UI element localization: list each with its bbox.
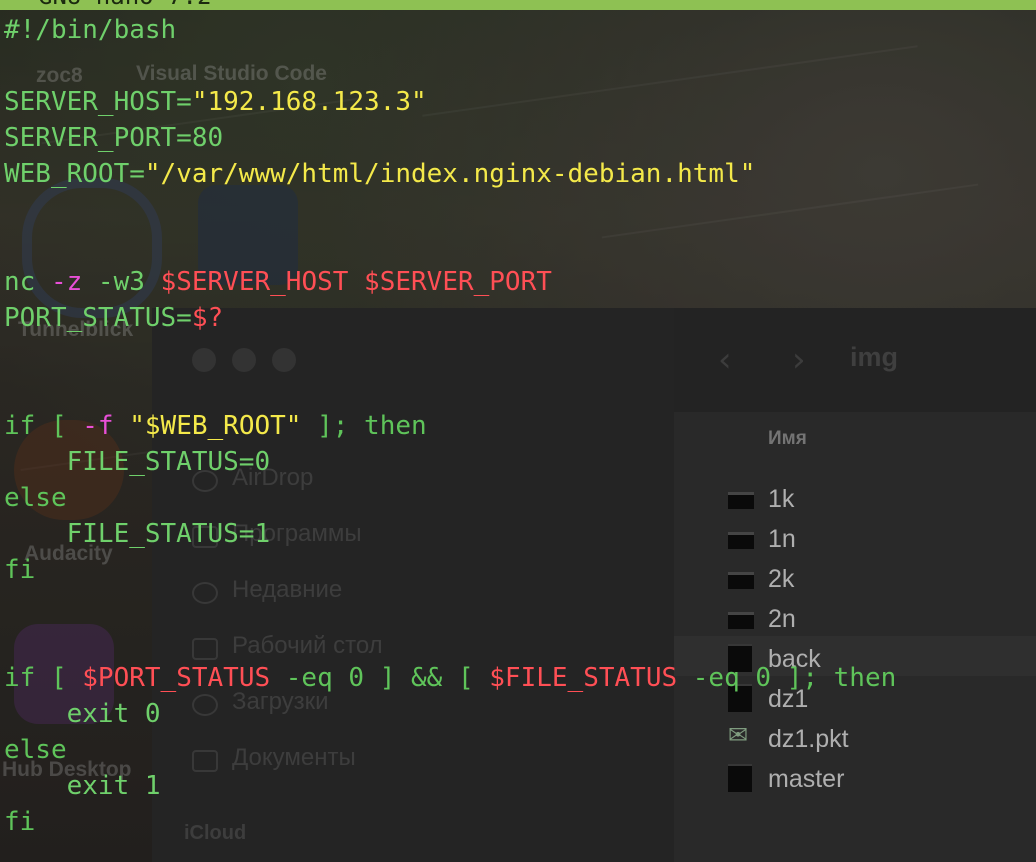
code-line[interactable]: if [ -f "$WEB_ROOT" ]; then bbox=[4, 408, 896, 444]
code-line[interactable]: else bbox=[4, 480, 896, 516]
code-line[interactable]: if [ $PORT_STATUS -eq 0 ] && [ $FILE_STA… bbox=[4, 660, 896, 696]
code-line[interactable]: FILE_STATUS=0 bbox=[4, 444, 896, 480]
code-line[interactable]: exit 0 bbox=[4, 696, 896, 732]
code-line[interactable] bbox=[4, 228, 896, 264]
code-line[interactable]: SERVER_PORT=80 bbox=[4, 120, 896, 156]
code-token: FILE_STATUS=1 bbox=[4, 519, 271, 549]
code-token: -eq 0 ]; then bbox=[677, 663, 897, 693]
code-line[interactable]: fi bbox=[4, 804, 896, 840]
code-line[interactable] bbox=[4, 192, 896, 228]
code-token: -f bbox=[82, 411, 114, 441]
code-line[interactable]: else bbox=[4, 732, 896, 768]
code-token: nc bbox=[4, 267, 51, 297]
code-token: SERVER_PORT=80 bbox=[4, 123, 224, 153]
code-line[interactable]: fi bbox=[4, 552, 896, 588]
code-token: if [ bbox=[4, 663, 83, 693]
nano-title: GNU nano 7.2 bbox=[38, 0, 211, 10]
code-token: FILE_STATUS=0 bbox=[4, 447, 271, 477]
code-line[interactable] bbox=[4, 48, 896, 84]
code-line[interactable] bbox=[4, 336, 896, 372]
code-token: "/var/www/html/index.nginx-debian.html" bbox=[144, 159, 756, 189]
nano-editor-buffer[interactable]: #!/bin/bash SERVER_HOST="192.168.123.3" S… bbox=[4, 12, 896, 840]
code-token: exit 1 bbox=[4, 771, 161, 801]
code-token: "$WEB_ROOT" bbox=[113, 411, 302, 441]
code-token: $PORT_STATUS bbox=[82, 663, 271, 693]
code-line[interactable] bbox=[4, 624, 896, 660]
code-line[interactable]: exit 1 bbox=[4, 768, 896, 804]
code-line[interactable]: WEB_ROOT="/var/www/html/index.nginx-debi… bbox=[4, 156, 896, 192]
code-token: -z bbox=[50, 267, 83, 297]
code-token: PORT_STATUS= bbox=[4, 303, 192, 333]
code-token: $SERVER_HOST $SERVER_PORT bbox=[160, 267, 552, 297]
code-token: if [ bbox=[4, 411, 83, 441]
code-token: else bbox=[4, 735, 67, 765]
code-token: fi bbox=[4, 555, 36, 585]
code-line[interactable]: #!/bin/bash bbox=[4, 12, 896, 48]
terminal-window[interactable]: GNU nano 7.2 #!/bin/bash SERVER_HOST="19… bbox=[0, 0, 1036, 862]
code-token: -w3 bbox=[82, 267, 161, 297]
code-token: WEB_ROOT= bbox=[4, 159, 145, 189]
code-token: $? bbox=[191, 303, 224, 333]
code-token: #!/bin/bash bbox=[4, 15, 177, 45]
code-token: -eq 0 ] && [ bbox=[270, 663, 490, 693]
code-line[interactable]: FILE_STATUS=1 bbox=[4, 516, 896, 552]
code-token: ]; then bbox=[301, 411, 427, 441]
code-line[interactable]: nc -z -w3 $SERVER_HOST $SERVER_PORT bbox=[4, 264, 896, 300]
code-line[interactable] bbox=[4, 372, 896, 408]
code-token: "192.168.123.3" bbox=[191, 87, 427, 117]
code-token: exit 0 bbox=[4, 699, 161, 729]
code-token: SERVER_HOST= bbox=[4, 87, 192, 117]
code-line[interactable] bbox=[4, 588, 896, 624]
code-line[interactable]: SERVER_HOST="192.168.123.3" bbox=[4, 84, 896, 120]
code-token: $FILE_STATUS bbox=[489, 663, 678, 693]
code-line[interactable]: PORT_STATUS=$? bbox=[4, 300, 896, 336]
nano-title-bar: GNU nano 7.2 bbox=[0, 0, 1036, 10]
code-token: fi bbox=[4, 807, 36, 837]
code-token: else bbox=[4, 483, 67, 513]
